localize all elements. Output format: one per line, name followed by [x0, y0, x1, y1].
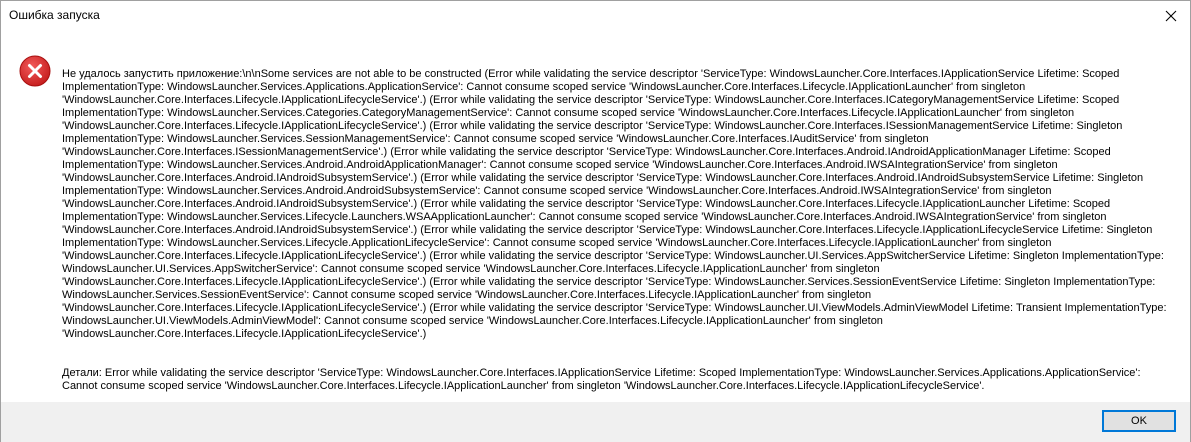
window-title: Ошибка запуска: [9, 8, 100, 22]
error-dialog: Ошибка запуска Не удалось запустить прил…: [0, 0, 1191, 442]
error-message-details: Детали: Error while validating the servi…: [62, 367, 1141, 392]
close-button[interactable]: [1152, 1, 1190, 31]
titlebar: Ошибка запуска: [1, 1, 1190, 31]
error-message-main: Не удалось запустить приложение:\n\nSome…: [62, 68, 1167, 340]
ok-button[interactable]: OK: [1102, 410, 1176, 432]
close-icon: [1165, 10, 1177, 22]
dialog-content: Не удалось запустить приложение:\n\nSome…: [1, 31, 1190, 402]
dialog-footer: OK: [1, 402, 1190, 442]
error-message: Не удалось запустить приложение:\n\nSome…: [62, 55, 1174, 406]
error-icon: [19, 55, 51, 87]
